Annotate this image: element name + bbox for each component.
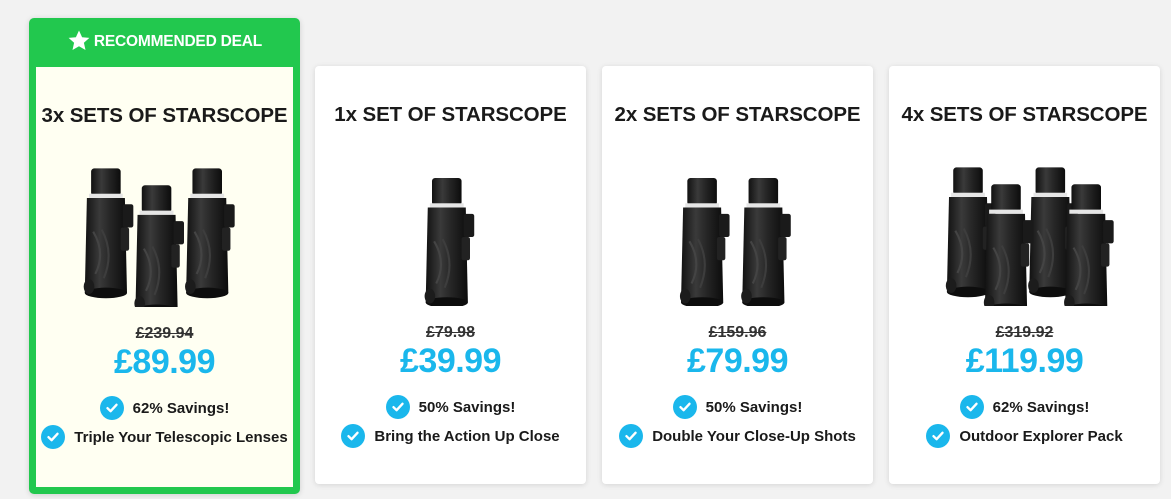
original-price: £159.96: [708, 324, 767, 341]
original-price: £319.92: [995, 324, 1054, 341]
savings-feature: 50% Savings!: [602, 395, 873, 419]
savings-text: 62% Savings!: [132, 399, 230, 417]
sale-price: £119.99: [965, 342, 1084, 380]
check-circle-icon: [672, 395, 697, 419]
featured-card-body: 3x SETS OF STARSCOPE £239.94 £89.99 62% …: [36, 67, 293, 487]
benefit-text: Triple Your Telescopic Lenses: [74, 428, 288, 446]
savings-text: 62% Savings!: [992, 398, 1090, 416]
benefit-feature: Outdoor Explorer Pack: [889, 424, 1160, 448]
check-circle-icon: [926, 424, 951, 448]
deal-card-2x[interactable]: 2x SETS OF STARSCOPE £159.96 £79.99 50% …: [602, 66, 873, 484]
deal-title: 4x SETS OF STARSCOPE: [901, 103, 1148, 126]
deal-title: 3x SETS OF STARSCOPE: [41, 104, 288, 127]
check-circle-icon: [619, 424, 644, 448]
deal-title: 2x SETS OF STARSCOPE: [614, 103, 861, 126]
sale-price: £89.99: [114, 343, 216, 381]
sale-price: £79.99: [687, 342, 789, 380]
savings-feature: 62% Savings!: [889, 395, 1160, 419]
check-circle-icon: [341, 424, 366, 448]
benefit-text: Outdoor Explorer Pack: [959, 427, 1123, 445]
check-circle-icon: [41, 425, 66, 449]
deal-card-3x[interactable]: RECOMMENDED DEAL 3x SETS OF STARSCOPE £2…: [29, 18, 300, 494]
benefit-feature: Triple Your Telescopic Lenses: [36, 425, 293, 449]
benefit-text: Bring the Action Up Close: [374, 427, 560, 445]
benefit-text: Double Your Close-Up Shots: [652, 427, 856, 445]
deal-card-4x[interactable]: 4x SETS OF STARSCOPE £319.92 £119.99 62%…: [889, 66, 1160, 484]
check-circle-icon: [959, 395, 984, 419]
sale-price: £39.99: [400, 342, 502, 380]
product-image-one-monocular: [315, 166, 586, 306]
check-circle-icon: [99, 396, 124, 420]
deal-card-1x[interactable]: 1x SET OF STARSCOPE £79.98 £39.99 50% Sa…: [315, 66, 586, 484]
benefit-feature: Double Your Close-Up Shots: [602, 424, 873, 448]
savings-feature: 50% Savings!: [315, 395, 586, 419]
savings-feature: 62% Savings!: [36, 396, 293, 420]
original-price: £239.94: [135, 325, 194, 342]
savings-text: 50% Savings!: [705, 398, 803, 416]
savings-text: 50% Savings!: [418, 398, 516, 416]
product-image-four-monoculars: [889, 166, 1160, 306]
deal-title: 1x SET OF STARSCOPE: [334, 103, 567, 126]
original-price: £79.98: [426, 324, 475, 341]
benefit-feature: Bring the Action Up Close: [315, 424, 586, 448]
deal-cards: RECOMMENDED DEAL 3x SETS OF STARSCOPE £2…: [0, 0, 1171, 499]
product-image-three-monoculars: [36, 167, 293, 307]
check-circle-icon: [385, 395, 410, 419]
product-image-two-monoculars: [602, 166, 873, 306]
